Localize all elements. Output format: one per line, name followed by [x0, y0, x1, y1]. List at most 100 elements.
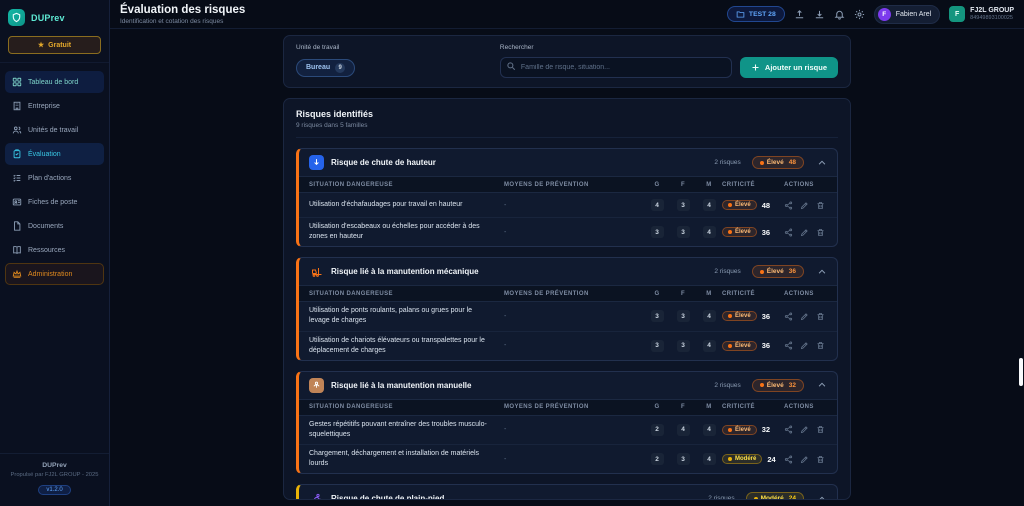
situation-cell: Gestes répétitifs pouvant entraîner des …	[309, 420, 487, 438]
slip-icon	[309, 491, 324, 499]
sidebar-item-ressources[interactable]: Ressources	[5, 239, 104, 261]
frequency-value: 3	[676, 453, 690, 466]
sidebar-nav: Tableau de bord Entreprise Unités de tra…	[0, 62, 109, 293]
edit-pencil-icon[interactable]	[800, 455, 809, 464]
sidebar-item-documents[interactable]: Documents	[5, 215, 104, 237]
share-icon[interactable]	[784, 201, 793, 210]
share-icon[interactable]	[784, 455, 793, 464]
scrollbar-thumb[interactable]	[1019, 358, 1023, 386]
chevron-up-icon[interactable]	[817, 158, 827, 168]
org-name: FJ2L GROUP	[970, 6, 1014, 14]
dashboard-icon	[12, 77, 22, 87]
table-header: SITUATION DANGEREUSE MOYENS DE PRÉVENTIO…	[299, 176, 837, 193]
sidebar-item-fiches-de-poste[interactable]: Fiches de poste	[5, 191, 104, 213]
share-icon[interactable]	[784, 228, 793, 237]
sidebar-item-unites-de-travail[interactable]: Unités de travail	[5, 119, 104, 141]
test-environment-badge[interactable]: TEST 28	[726, 6, 785, 22]
app-logo[interactable]: DUPrev	[0, 0, 109, 34]
fall-height-icon	[309, 155, 324, 170]
situation-cell: Chargement, déchargement et installation…	[309, 450, 480, 468]
section-title: Risques identifiés	[296, 109, 374, 119]
col-actions: ACTIONS	[784, 290, 814, 297]
user-name: Fabien Arel	[895, 10, 932, 18]
table-header: SITUATION DANGEREUSE MOYENS DE PRÉVENTIO…	[299, 285, 837, 303]
edit-pencil-icon[interactable]	[800, 425, 809, 434]
search-label: Rechercher	[499, 44, 534, 51]
folder-icon	[736, 10, 745, 19]
delete-trash-icon[interactable]	[816, 312, 825, 321]
share-icon[interactable]	[784, 312, 793, 321]
sidebar-item-entreprise[interactable]: Entreprise	[5, 95, 104, 117]
risk-group-header[interactable]: Risque lié à la manutention manuelle 2 r…	[299, 372, 837, 399]
sidebar-item-label: Évaluation	[28, 150, 61, 158]
chevron-up-icon[interactable]	[817, 267, 827, 277]
criticity-score: 36	[761, 341, 771, 351]
col-f: F	[680, 181, 686, 188]
download-icon[interactable]	[814, 9, 825, 20]
mastery-value: 4	[702, 310, 716, 323]
situation-cell: Utilisation d'échafaudages pour travail …	[309, 200, 463, 208]
org-avatar: F	[949, 6, 966, 22]
delete-trash-icon[interactable]	[816, 201, 825, 210]
organization-switcher[interactable]: F FJ2L GROUP 84949893100025	[949, 6, 1014, 22]
prevention-cell: -	[504, 426, 507, 434]
sidebar-item-evaluation[interactable]: Évaluation	[5, 143, 104, 165]
book-icon	[12, 245, 22, 255]
sidebar-item-tableau-de-bord[interactable]: Tableau de bord	[5, 71, 104, 93]
table-row: Utilisation de ponts roulants, palans ou…	[299, 302, 837, 330]
bell-icon[interactable]	[834, 9, 845, 20]
chevron-up-icon[interactable]	[817, 380, 827, 390]
chevron-up-icon[interactable]	[817, 494, 827, 499]
add-risk-button[interactable]: Ajouter un risque	[739, 57, 838, 78]
share-icon[interactable]	[784, 341, 793, 350]
edit-pencil-icon[interactable]	[800, 312, 809, 321]
criticity-badge: Élevé	[722, 227, 757, 238]
situation-cell: Utilisation d'escabeaux ou échelles pour…	[309, 223, 480, 241]
sidebar: DUPrev ★ Gratuit Tableau de bord Entrepr…	[0, 0, 110, 506]
mastery-value: 4	[702, 339, 716, 352]
manual-handling-icon	[309, 377, 324, 393]
edit-pencil-icon[interactable]	[800, 228, 809, 237]
frequency-value: 3	[676, 226, 690, 239]
risk-group-header[interactable]: Risque de chute de hauteur 2 risques Éle…	[299, 149, 837, 176]
col-criticite: CRITICITÉ	[722, 290, 755, 297]
upload-icon[interactable]	[794, 9, 805, 20]
share-icon[interactable]	[784, 425, 793, 434]
col-prevention: MOYENS DE PRÉVENTION	[504, 181, 589, 188]
sidebar-item-label: Tableau de bord	[28, 78, 79, 86]
delete-trash-icon[interactable]	[816, 425, 825, 434]
delete-trash-icon[interactable]	[816, 455, 825, 464]
main-area: Évaluation des risques Identification et…	[110, 0, 1024, 506]
criticity-score: 48	[761, 200, 771, 210]
search-input[interactable]	[499, 57, 732, 78]
crown-icon	[12, 269, 22, 279]
shield-logo-icon	[8, 9, 25, 26]
risk-group-header[interactable]: Risque lié à la manutention mécanique 2 …	[299, 258, 837, 285]
col-actions: ACTIONS	[784, 404, 814, 411]
col-situation: SITUATION DANGEREUSE	[309, 290, 393, 297]
section-subtitle: 9 risques dans 5 familles	[296, 122, 838, 138]
frequency-value: 3	[676, 199, 690, 211]
risk-group-count: 2 risques	[714, 381, 741, 389]
user-menu[interactable]: F Fabien Arel	[873, 4, 941, 24]
unit-filter-chip[interactable]: Bureau 9	[296, 58, 356, 77]
edit-pencil-icon[interactable]	[800, 341, 809, 350]
delete-trash-icon[interactable]	[816, 341, 825, 350]
criticity-score: 32	[761, 425, 771, 435]
page-subtitle: Identification et cotation des risques	[120, 17, 224, 25]
risk-group-header[interactable]: Risque de chute de plain-pied 2 risques …	[299, 485, 837, 499]
settings-gear-icon[interactable]	[854, 9, 865, 20]
sidebar-item-label: Plan d'actions	[28, 174, 72, 182]
plan-badge-button[interactable]: ★ Gratuit	[8, 36, 101, 54]
col-situation: SITUATION DANGEREUSE	[309, 404, 393, 411]
col-prevention: MOYENS DE PRÉVENTION	[504, 290, 589, 297]
sidebar-item-plan-d-actions[interactable]: Plan d'actions	[5, 167, 104, 189]
mastery-value: 4	[702, 423, 716, 436]
gravity-value: 2	[650, 423, 664, 436]
delete-trash-icon[interactable]	[816, 228, 825, 237]
risk-group-title: Risque de chute de hauteur	[331, 158, 436, 167]
sidebar-item-administration[interactable]: Administration	[5, 263, 104, 285]
plus-icon	[751, 63, 760, 72]
filter-bar: Unité de travail Bureau 9 Rechercher Fam…	[283, 35, 851, 88]
edit-pencil-icon[interactable]	[800, 201, 809, 210]
